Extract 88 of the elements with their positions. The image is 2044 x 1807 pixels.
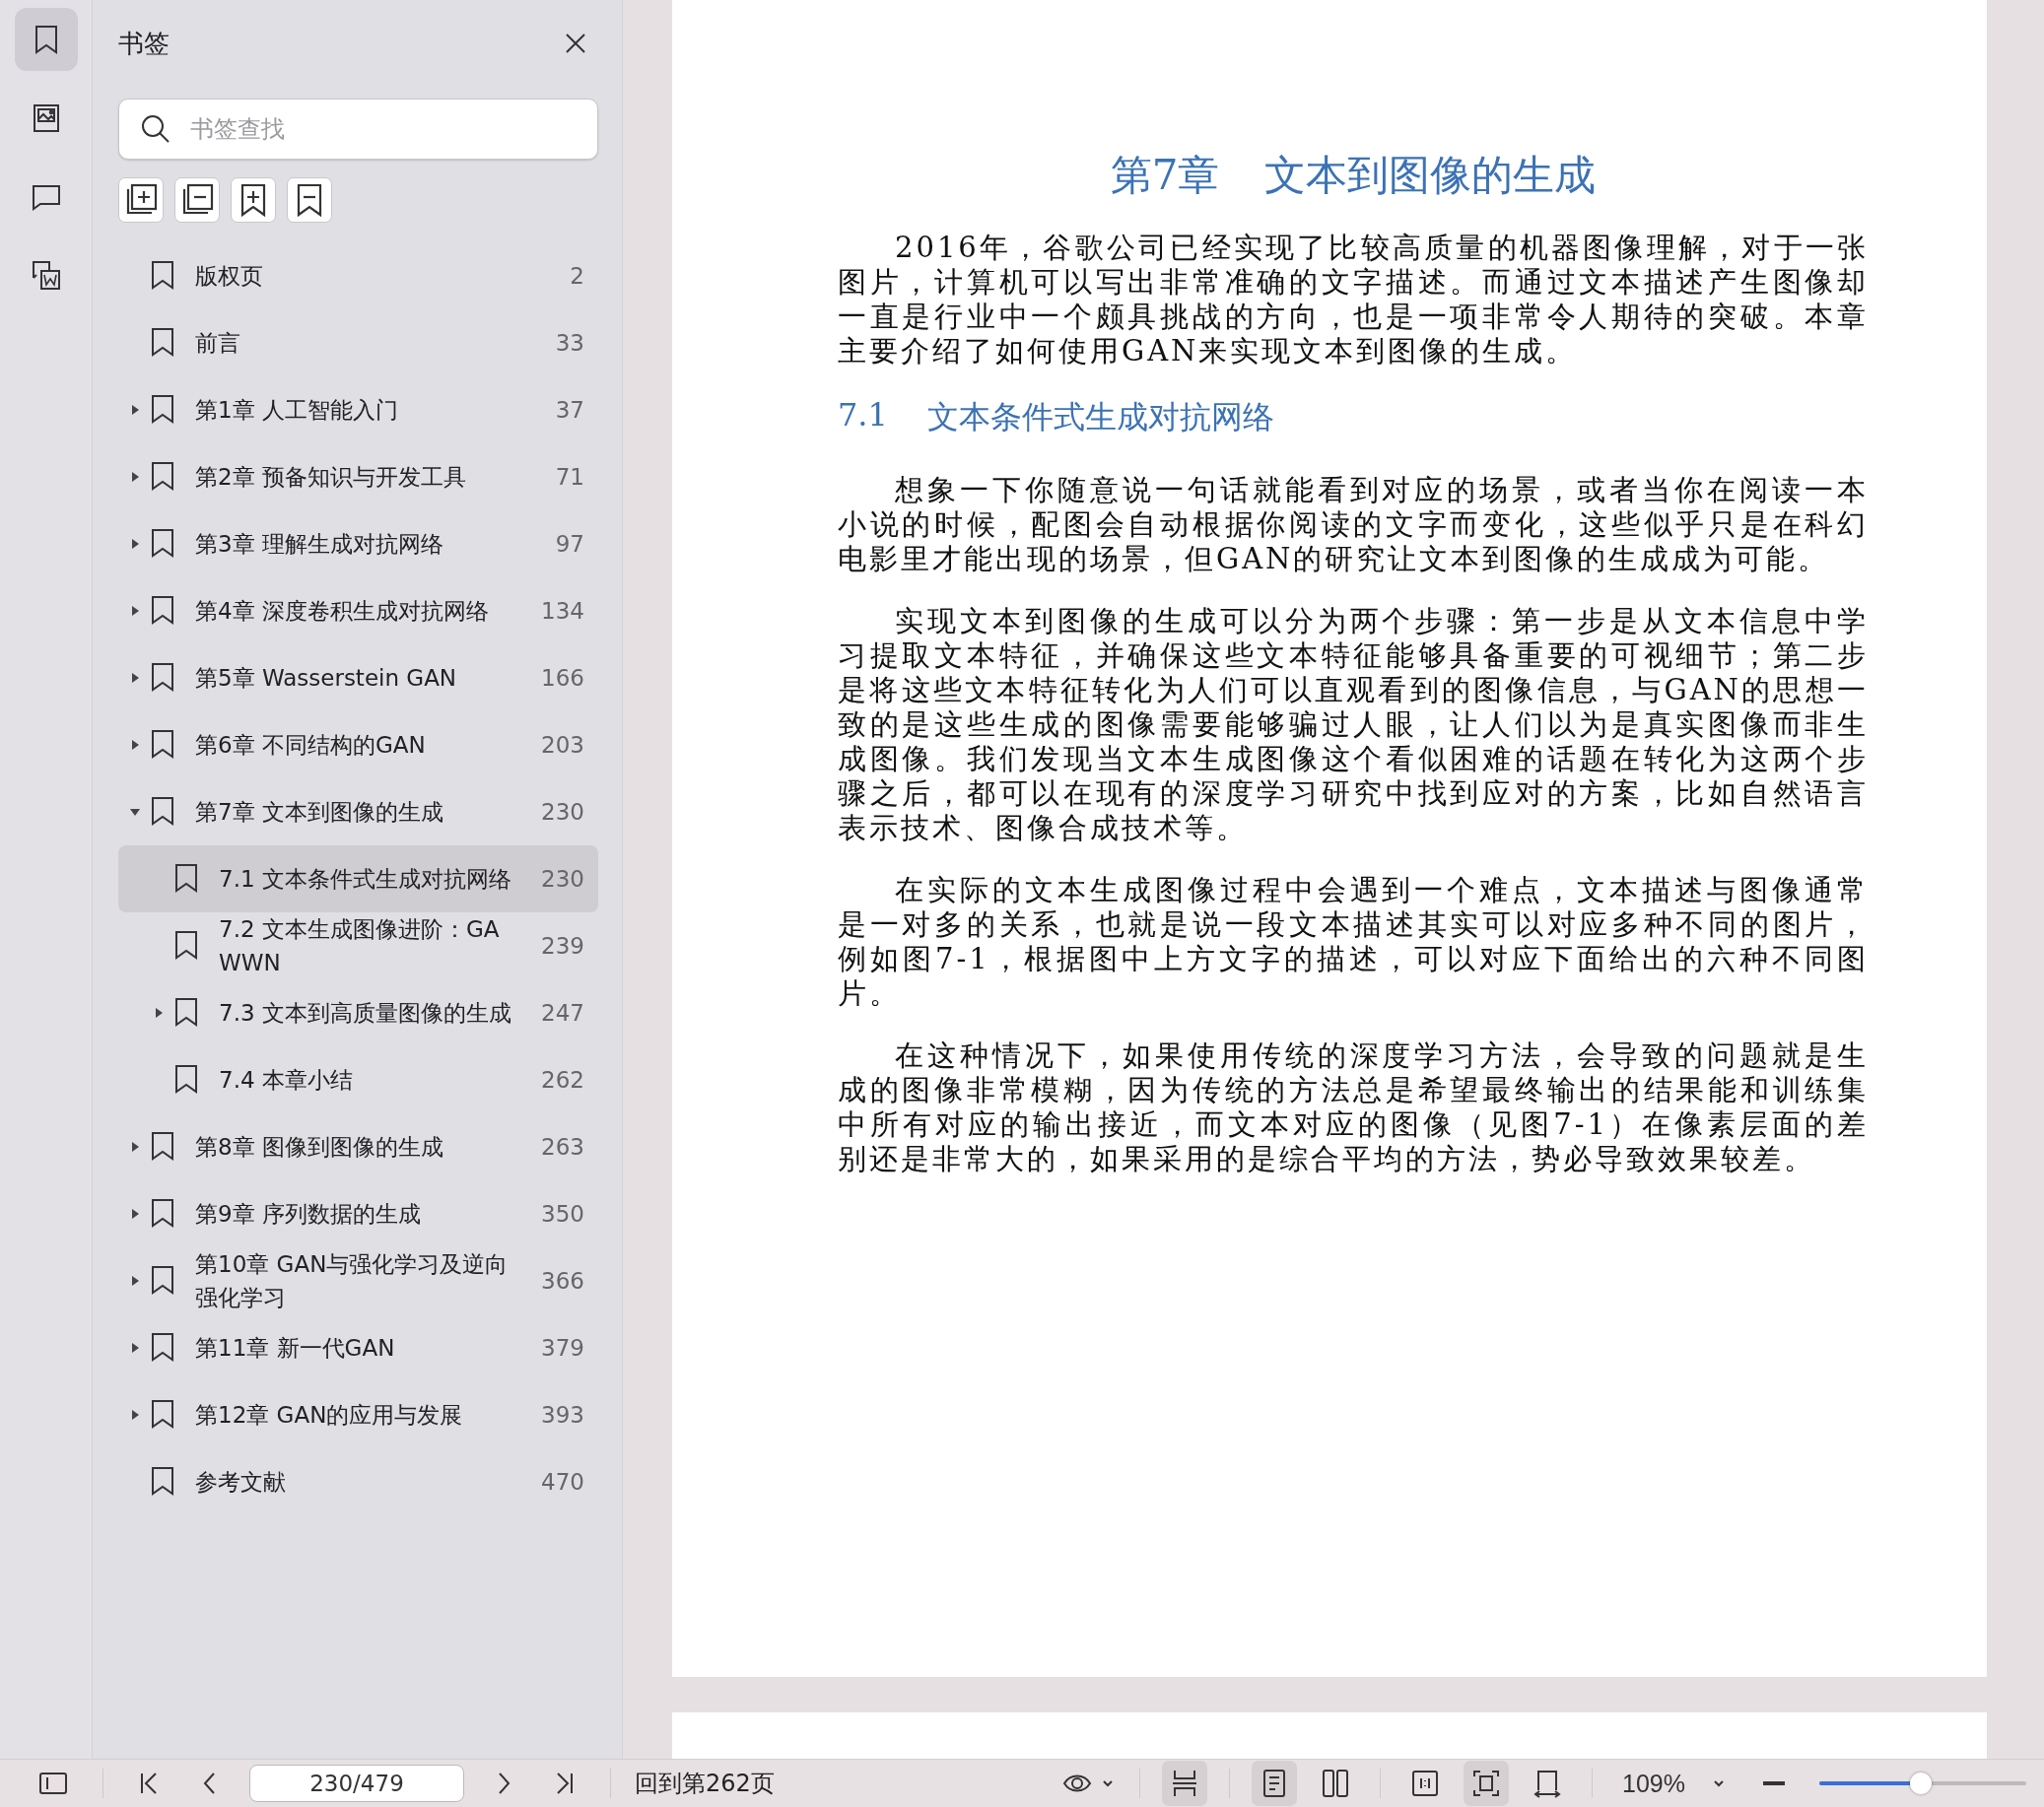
caret-icon: [1713, 1779, 1725, 1787]
collapsed-triangle-icon[interactable]: [129, 605, 141, 617]
collapsed-triangle-icon[interactable]: [129, 1409, 141, 1421]
remove-bookmark-button[interactable]: [287, 177, 332, 223]
bookmark-item[interactable]: 第4章 深度卷积生成对抗网络 134: [118, 577, 598, 644]
speech-bubble-icon: [30, 183, 62, 211]
bookmark-icon: [150, 1198, 175, 1230]
fit-page-button[interactable]: [1464, 1761, 1510, 1806]
bookmark-item[interactable]: 7.1 文本条件式生成对抗网络 230: [118, 845, 598, 912]
bookmark-item[interactable]: 第7章 文本到图像的生成 230: [118, 778, 598, 845]
collapsed-triangle-icon[interactable]: [129, 1342, 141, 1354]
bookmark-item[interactable]: 第9章 序列数据的生成 350: [118, 1180, 598, 1247]
search-field[interactable]: 书签查找: [118, 99, 598, 160]
panel-title: 书签: [118, 27, 170, 60]
chevron-right-icon: [496, 1772, 511, 1795]
collapsed-triangle-icon[interactable]: [129, 471, 141, 483]
collapsed-triangle-icon[interactable]: [129, 1275, 141, 1287]
first-page-icon: [139, 1772, 159, 1795]
bookmark-item[interactable]: 第1章 人工智能入门 37: [118, 376, 598, 443]
collapsed-triangle-icon[interactable]: [129, 739, 141, 751]
bookmark-icon: [173, 930, 199, 962]
zoom-dropdown[interactable]: 109%: [1618, 1765, 1729, 1802]
collapsed-triangle-icon[interactable]: [129, 404, 141, 416]
section-title: 文本条件式生成对抗网络: [926, 397, 1274, 437]
collapsed-triangle-icon[interactable]: [129, 538, 141, 550]
paragraph: 想象一下你随意说一句话就能看到对应的场景，或者当你在阅读一本小说的时候，配图会自动根据你阅读的文字而变化，这些似乎只是在科幻电影里才能出现的场景，但GAN的研究让文本到图像的生成成为可能。: [838, 473, 1869, 576]
expand-all-button[interactable]: [118, 177, 164, 223]
bookmark-item[interactable]: 第3章 理解生成对抗网络 97: [118, 510, 598, 577]
bookmark-icon: [150, 1399, 175, 1431]
chevron-left-icon: [202, 1772, 218, 1795]
collapse-all-button[interactable]: [174, 177, 220, 223]
sidebar-icon: [39, 1772, 67, 1795]
bookmark-icon: [150, 528, 175, 560]
document-convert-icon: [30, 260, 62, 292]
bookmark-icon: [150, 1332, 175, 1364]
bookmark-icon: [150, 394, 175, 426]
collapsed-triangle-icon[interactable]: [129, 672, 141, 684]
bookmark-icon: [173, 1064, 199, 1096]
bookmark-item[interactable]: 参考文献 470: [118, 1448, 598, 1515]
collapsed-triangle-icon[interactable]: [129, 1208, 141, 1220]
add-bookmark-button[interactable]: [231, 177, 276, 223]
paragraph: 实现文本到图像的生成可以分为两个步骤：第一步是从文本信息中学习提取文本特征，并确保这些文本特征能够具备重要的可视细节；第二步是将这些文本特征转化为人们可以直观看到的图像信息，与GAN的思想一致的是这些生成的图像需要能够骗过人眼，让人们以为是真实图像而非生成图像。我们发现当文本生成图像这个看似困难的话题在转化为这两个步骤之后，都可以在现有的深度学习研究中找到应对的方案，比如自然语言表示技术、图像合成技术等。: [838, 604, 1869, 845]
collapsed-triangle-icon[interactable]: [129, 1141, 141, 1153]
bookmark-icon: [150, 1466, 175, 1498]
bookmark-icon: [150, 461, 175, 493]
bookmark-icon: [150, 796, 175, 828]
bookmark-item[interactable]: 7.3 文本到高质量图像的生成 247: [118, 979, 598, 1046]
bookmark-icon: [150, 1265, 175, 1297]
eye-icon: [1062, 1773, 1093, 1794]
single-page-button[interactable]: [1252, 1761, 1298, 1806]
chapter-number: 第7章: [1110, 150, 1220, 201]
page-number-field[interactable]: 230/479: [249, 1765, 464, 1802]
bookmark-icon: [150, 662, 175, 694]
collapsed-triangle-icon[interactable]: [153, 1007, 165, 1019]
bookmark-icon: [150, 729, 175, 761]
bookmark-item[interactable]: 第6章 不同结构的GAN 203: [118, 711, 598, 778]
go-back-link[interactable]: 回到第262页: [635, 1768, 775, 1799]
expanded-triangle-icon[interactable]: [129, 806, 141, 818]
bookmark-item[interactable]: 前言 33: [118, 309, 598, 376]
bookmark-icon: [173, 997, 199, 1029]
caret-icon: [1102, 1779, 1115, 1787]
search-icon: [140, 113, 171, 145]
bookmark-item[interactable]: 7.4 本章小结 262: [118, 1046, 598, 1113]
image-icon: [32, 103, 60, 133]
bookmark-icon: [150, 327, 175, 359]
minus-icon: [1762, 1780, 1786, 1786]
paragraph: 在实际的文本生成图像过程中会遇到一个难点，文本描述与图像通常是一对多的关系，也就是说一段文本描述其实可以对应多种不同的图片，例如图7-1，根据图中上方文字的描述，可以对应下面给出的六种不同图片。: [838, 873, 1869, 1011]
bookmark-item[interactable]: 第10章 GAN与强化学习及逆向强化学习 366: [118, 1247, 598, 1314]
bookmark-icon: [150, 1131, 175, 1163]
paragraph: 2016年，谷歌公司已经实现了比较高质量的机器图像理解，对于一张图片，计算机可以写出非常准确的文字描述。而通过文本描述产生图像却一直是行业中一个颇具挑战的方向，也是一项非常令人期待的突破。本章主要介绍了如何使用GAN来实现文本到图像的生成。: [838, 231, 1869, 368]
slider-thumb[interactable]: [1909, 1773, 1932, 1794]
chapter-title: 文本到图像的生成: [1264, 150, 1597, 201]
bookmark-icon: [150, 260, 175, 292]
bookmark-item[interactable]: 第5章 Wasserstein GAN 166: [118, 644, 598, 711]
bookmark-item[interactable]: 第8章 图像到图像的生成 263: [118, 1113, 598, 1180]
continuous-scroll-button[interactable]: [1162, 1761, 1208, 1806]
panel-tab[interactable]: [14, 8, 78, 71]
bookmark-item[interactable]: 7.2 文本生成图像进阶：GAWWN 239: [118, 912, 598, 979]
paragraph: 在这种情况下，如果使用传统的深度学习方法，会导致的问题就是生成的图像非常模糊，因为传统的方法总是希望最终输出的结果能和训练集中所有对应的输出接近，而文本对应的图像（见图7-1）在像素层面的差别还是非常大的，如果采用的是综合平均的方法，势必导致效果较差。: [838, 1038, 1869, 1176]
bookmark-item[interactable]: 版权页 2: [118, 242, 598, 309]
bookmark-icon: [150, 595, 175, 627]
close-icon: [565, 33, 586, 54]
section-number: 7.1: [838, 396, 888, 435]
bookmark-item[interactable]: 第2章 预备知识与开发工具 71: [118, 443, 598, 510]
bookmark-item[interactable]: 第11章 新一代GAN 379: [118, 1314, 598, 1381]
bookmark-icon: [173, 863, 199, 895]
last-page-icon: [555, 1772, 575, 1795]
bookmark-item[interactable]: 第12章 GAN的应用与发展 393: [118, 1381, 598, 1448]
